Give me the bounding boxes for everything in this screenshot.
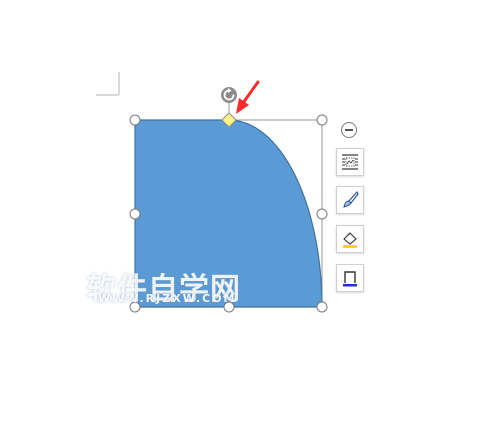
brush-icon bbox=[343, 190, 359, 208]
rotate-icon[interactable] bbox=[221, 87, 237, 103]
resize-handle-middle-left[interactable] bbox=[129, 208, 141, 220]
resize-handle-bottom-right[interactable] bbox=[316, 301, 328, 313]
outline-box-icon bbox=[343, 271, 357, 287]
minus-circle-icon[interactable] bbox=[341, 122, 357, 138]
watermark-url: WWW.RJZXW.COM bbox=[98, 292, 237, 305]
resize-handle-top-left[interactable] bbox=[129, 114, 141, 126]
layout-options-button[interactable] bbox=[336, 148, 364, 176]
page-margin-marker bbox=[96, 72, 120, 96]
fill-button[interactable] bbox=[336, 225, 364, 253]
fill-bucket-icon bbox=[343, 232, 357, 248]
outline-button[interactable] bbox=[336, 264, 364, 292]
style-button[interactable] bbox=[336, 186, 364, 214]
layout-options-icon bbox=[342, 154, 358, 170]
resize-handle-middle-right[interactable] bbox=[316, 208, 328, 220]
resize-handle-top-right[interactable] bbox=[316, 114, 328, 126]
document-canvas bbox=[96, 72, 328, 313]
red-arrow-annotation bbox=[236, 80, 260, 114]
